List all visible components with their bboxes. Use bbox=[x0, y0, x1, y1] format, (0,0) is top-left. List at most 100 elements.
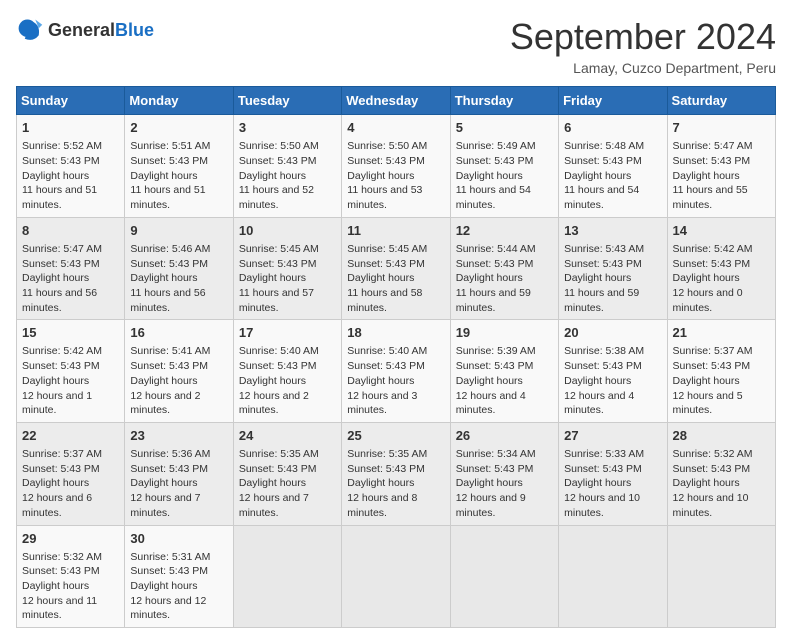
day-number: 30 bbox=[130, 530, 227, 548]
table-row: 22 Sunrise: 5:37 AMSunset: 5:43 PMDayligh… bbox=[17, 422, 125, 525]
day-number: 11 bbox=[347, 222, 444, 240]
header-thursday: Thursday bbox=[450, 87, 558, 115]
table-row: 24 Sunrise: 5:35 AMSunset: 5:43 PMDayligh… bbox=[233, 422, 341, 525]
table-row bbox=[342, 525, 450, 628]
calendar-week-row: 29 Sunrise: 5:32 AMSunset: 5:43 PMDayligh… bbox=[17, 525, 776, 628]
table-row: 3Sunrise: 5:50 AMSunset: 5:43 PMDaylight… bbox=[233, 115, 341, 218]
day-info: Sunrise: 5:42 AMSunset: 5:43 PMDaylight … bbox=[673, 242, 770, 315]
table-row: 8 Sunrise: 5:47 AMSunset: 5:43 PMDaylight… bbox=[17, 217, 125, 320]
table-row: 5Sunrise: 5:49 AMSunset: 5:43 PMDaylight… bbox=[450, 115, 558, 218]
day-number: 1 bbox=[22, 119, 119, 137]
header-wednesday: Wednesday bbox=[342, 87, 450, 115]
day-number: 12 bbox=[456, 222, 553, 240]
calendar-table: Sunday Monday Tuesday Wednesday Thursday… bbox=[16, 86, 776, 628]
header-monday: Monday bbox=[125, 87, 233, 115]
table-row: 19Sunrise: 5:39 AMSunset: 5:43 PMDayligh… bbox=[450, 320, 558, 423]
day-info: Sunrise: 5:52 AMSunset: 5:43 PMDaylight … bbox=[22, 139, 119, 212]
day-number: 6 bbox=[564, 119, 661, 137]
day-number: 27 bbox=[564, 427, 661, 445]
day-number: 10 bbox=[239, 222, 336, 240]
day-number: 7 bbox=[673, 119, 770, 137]
day-info: Sunrise: 5:40 AMSunset: 5:43 PMDaylight … bbox=[347, 344, 444, 417]
table-row: 7Sunrise: 5:47 AMSunset: 5:43 PMDaylight… bbox=[667, 115, 775, 218]
title-block: September 2024 Lamay, Cuzco Department, … bbox=[510, 16, 776, 76]
table-row: 26 Sunrise: 5:34 AMSunset: 5:43 PMDayligh… bbox=[450, 422, 558, 525]
day-number: 20 bbox=[564, 324, 661, 342]
day-info: Sunrise: 5:47 AMSunset: 5:43 PMDaylight … bbox=[22, 242, 119, 315]
day-number: 21 bbox=[673, 324, 770, 342]
calendar-header-row: Sunday Monday Tuesday Wednesday Thursday… bbox=[17, 87, 776, 115]
day-number: 19 bbox=[456, 324, 553, 342]
header-saturday: Saturday bbox=[667, 87, 775, 115]
day-number: 24 bbox=[239, 427, 336, 445]
day-number: 28 bbox=[673, 427, 770, 445]
day-number: 18 bbox=[347, 324, 444, 342]
day-info: Sunrise: 5:38 AMSunset: 5:43 PMDaylight … bbox=[564, 344, 661, 417]
day-number: 8 bbox=[22, 222, 119, 240]
page-header: GeneralBlue September 2024 Lamay, Cuzco … bbox=[16, 16, 776, 76]
table-row: 4 Sunrise: 5:50 AMSunset: 5:43 PMDaylight… bbox=[342, 115, 450, 218]
logo-text: GeneralBlue bbox=[48, 20, 154, 41]
table-row: 21Sunrise: 5:37 AMSunset: 5:43 PMDayligh… bbox=[667, 320, 775, 423]
table-row: 15Sunrise: 5:42 AMSunset: 5:43 PMDayligh… bbox=[17, 320, 125, 423]
header-tuesday: Tuesday bbox=[233, 87, 341, 115]
logo-icon bbox=[16, 16, 44, 44]
logo: GeneralBlue bbox=[16, 16, 154, 44]
day-number: 5 bbox=[456, 119, 553, 137]
table-row bbox=[667, 525, 775, 628]
day-info: Sunrise: 5:33 AMSunset: 5:43 PMDaylight … bbox=[564, 447, 661, 520]
day-info: Sunrise: 5:35 AMSunset: 5:43 PMDaylight … bbox=[239, 447, 336, 520]
table-row: 23 Sunrise: 5:36 AMSunset: 5:43 PMDayligh… bbox=[125, 422, 233, 525]
day-number: 23 bbox=[130, 427, 227, 445]
day-number: 14 bbox=[673, 222, 770, 240]
day-info: Sunrise: 5:51 AMSunset: 5:43 PMDaylight … bbox=[130, 139, 227, 212]
day-info: Sunrise: 5:46 AMSunset: 5:43 PMDaylight … bbox=[130, 242, 227, 315]
table-row: 1 Sunrise: 5:52 AMSunset: 5:43 PMDaylight… bbox=[17, 115, 125, 218]
calendar-week-row: 15Sunrise: 5:42 AMSunset: 5:43 PMDayligh… bbox=[17, 320, 776, 423]
day-info: Sunrise: 5:43 AMSunset: 5:43 PMDaylight … bbox=[564, 242, 661, 315]
day-number: 4 bbox=[347, 119, 444, 137]
table-row: 16 Sunrise: 5:41 AMSunset: 5:43 PMDayligh… bbox=[125, 320, 233, 423]
day-info: Sunrise: 5:50 AMSunset: 5:43 PMDaylight … bbox=[347, 139, 444, 212]
day-info: Sunrise: 5:37 AMSunset: 5:43 PMDaylight … bbox=[22, 447, 119, 520]
table-row: 18 Sunrise: 5:40 AMSunset: 5:43 PMDayligh… bbox=[342, 320, 450, 423]
header-friday: Friday bbox=[559, 87, 667, 115]
table-row: 29 Sunrise: 5:32 AMSunset: 5:43 PMDayligh… bbox=[17, 525, 125, 628]
table-row: 6Sunrise: 5:48 AMSunset: 5:43 PMDaylight… bbox=[559, 115, 667, 218]
day-number: 17 bbox=[239, 324, 336, 342]
day-info: Sunrise: 5:45 AMSunset: 5:43 PMDaylight … bbox=[239, 242, 336, 315]
table-row: 11 Sunrise: 5:45 AMSunset: 5:43 PMDayligh… bbox=[342, 217, 450, 320]
table-row: 20 Sunrise: 5:38 AMSunset: 5:43 PMDayligh… bbox=[559, 320, 667, 423]
day-number: 13 bbox=[564, 222, 661, 240]
table-row: 10 Sunrise: 5:45 AMSunset: 5:43 PMDayligh… bbox=[233, 217, 341, 320]
table-row: 28 Sunrise: 5:32 AMSunset: 5:43 PMDayligh… bbox=[667, 422, 775, 525]
table-row: 2Sunrise: 5:51 AMSunset: 5:43 PMDaylight… bbox=[125, 115, 233, 218]
day-number: 22 bbox=[22, 427, 119, 445]
day-info: Sunrise: 5:32 AMSunset: 5:43 PMDaylight … bbox=[673, 447, 770, 520]
day-info: Sunrise: 5:45 AMSunset: 5:43 PMDaylight … bbox=[347, 242, 444, 315]
day-number: 25 bbox=[347, 427, 444, 445]
day-info: Sunrise: 5:40 AMSunset: 5:43 PMDaylight … bbox=[239, 344, 336, 417]
table-row: 9Sunrise: 5:46 AMSunset: 5:43 PMDaylight… bbox=[125, 217, 233, 320]
day-number: 16 bbox=[130, 324, 227, 342]
table-row: 12 Sunrise: 5:44 AMSunset: 5:43 PMDayligh… bbox=[450, 217, 558, 320]
table-row bbox=[233, 525, 341, 628]
calendar-week-row: 22 Sunrise: 5:37 AMSunset: 5:43 PMDayligh… bbox=[17, 422, 776, 525]
location-subtitle: Lamay, Cuzco Department, Peru bbox=[510, 60, 776, 76]
day-info: Sunrise: 5:32 AMSunset: 5:43 PMDaylight … bbox=[22, 550, 119, 623]
day-info: Sunrise: 5:36 AMSunset: 5:43 PMDaylight … bbox=[130, 447, 227, 520]
day-info: Sunrise: 5:34 AMSunset: 5:43 PMDaylight … bbox=[456, 447, 553, 520]
table-row: 27 Sunrise: 5:33 AMSunset: 5:43 PMDayligh… bbox=[559, 422, 667, 525]
table-row: 17 Sunrise: 5:40 AMSunset: 5:43 PMDayligh… bbox=[233, 320, 341, 423]
day-number: 29 bbox=[22, 530, 119, 548]
header-sunday: Sunday bbox=[17, 87, 125, 115]
day-number: 26 bbox=[456, 427, 553, 445]
table-row: 30 Sunrise: 5:31 AMSunset: 5:43 PMDayligh… bbox=[125, 525, 233, 628]
day-info: Sunrise: 5:41 AMSunset: 5:43 PMDaylight … bbox=[130, 344, 227, 417]
day-number: 15 bbox=[22, 324, 119, 342]
logo-blue: Blue bbox=[115, 20, 154, 40]
day-info: Sunrise: 5:44 AMSunset: 5:43 PMDaylight … bbox=[456, 242, 553, 315]
table-row: 25Sunrise: 5:35 AMSunset: 5:43 PMDayligh… bbox=[342, 422, 450, 525]
table-row bbox=[450, 525, 558, 628]
day-info: Sunrise: 5:31 AMSunset: 5:43 PMDaylight … bbox=[130, 550, 227, 623]
